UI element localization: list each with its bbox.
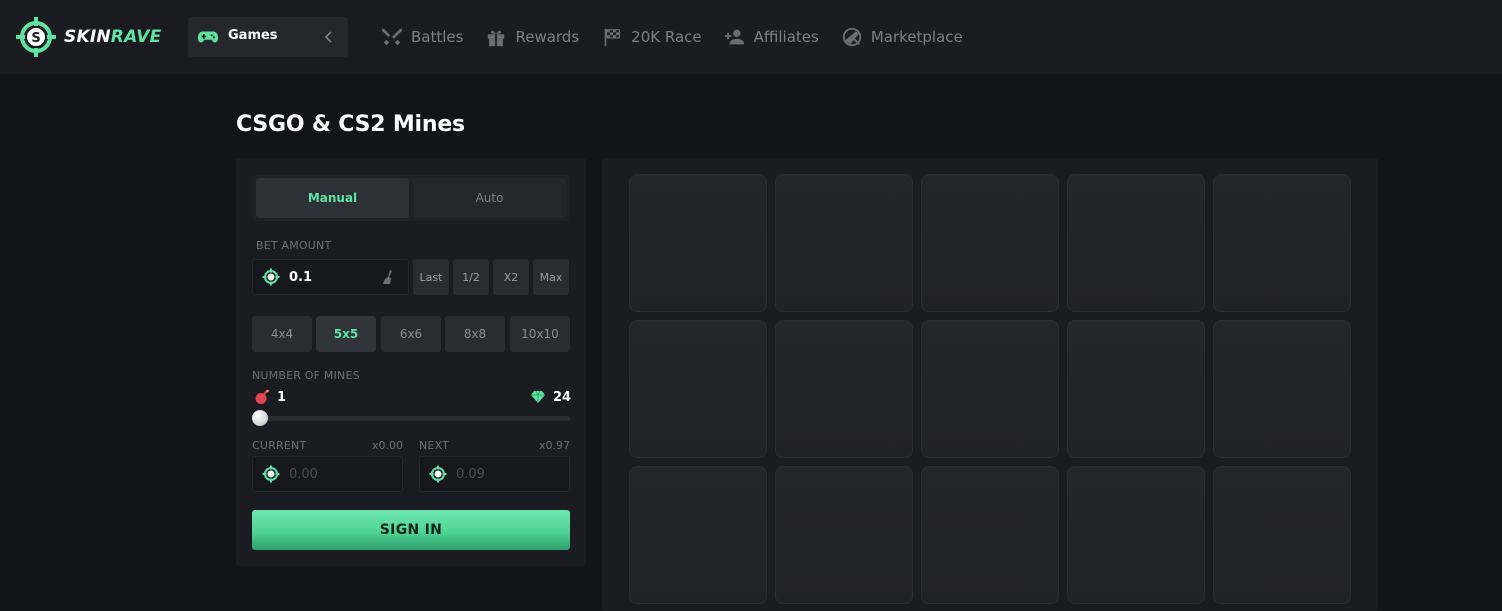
next-multiplier: x0.97 <box>538 439 570 452</box>
mines-slider-thumb[interactable] <box>252 410 268 426</box>
number-of-mines-label: NUMBER OF MINES <box>252 369 360 382</box>
mine-tile[interactable] <box>629 174 767 312</box>
nav-20k-race-label: 20K Race <box>631 28 702 46</box>
mine-tile[interactable] <box>775 466 913 604</box>
bet-amount-label: BET AMOUNT <box>256 239 332 252</box>
mine-tile[interactable] <box>1213 466 1351 604</box>
crossed-swords-icon <box>381 28 403 46</box>
mine-tile[interactable] <box>921 174 1059 312</box>
site-logo[interactable]: S SKINRAVE <box>15 16 161 58</box>
mines-count-value: 1 <box>277 389 287 405</box>
nav-affiliates-label: Affiliates <box>753 28 819 46</box>
bet-double-button[interactable]: X2 <box>493 259 529 295</box>
mine-tile[interactable] <box>629 320 767 458</box>
nav-marketplace[interactable]: Marketplace <box>841 24 963 50</box>
nav-rewards-label: Rewards <box>515 28 580 46</box>
grid-size-4x4[interactable]: 4x4 <box>252 316 312 352</box>
mine-tile[interactable] <box>1067 466 1205 604</box>
next-profit-field: 0.09 <box>419 456 570 492</box>
sign-in-button[interactable]: SIGN IN <box>252 510 570 550</box>
nav-battles[interactable]: Battles <box>381 24 463 50</box>
mines-count: 1 <box>254 389 286 405</box>
mine-tile[interactable] <box>921 320 1059 458</box>
mines-slider-track[interactable] <box>252 416 570 421</box>
next-label: NEXT <box>419 439 450 452</box>
gems-count: 24 <box>530 389 571 405</box>
coin-icon <box>262 268 280 286</box>
grid-size-5x5[interactable]: 5x5 <box>316 316 376 352</box>
coin-icon <box>262 465 280 483</box>
logo-wordmark: SKINRAVE <box>64 27 162 47</box>
nav-rewards[interactable]: Rewards <box>485 24 579 50</box>
nav-affiliates[interactable]: Affiliates <box>724 24 819 50</box>
mine-tile[interactable] <box>629 466 767 604</box>
bet-amount-value: 0.1 <box>289 270 313 285</box>
nav-battles-label: Battles <box>411 28 464 46</box>
gift-icon <box>488 30 505 47</box>
current-profit-field: 0.00 <box>252 456 403 492</box>
current-multiplier: x0.00 <box>371 439 403 452</box>
main-nav: Battles Rewards 20K Race Affiliates Mark… <box>381 24 985 50</box>
tab-auto[interactable]: Auto <box>413 178 566 218</box>
page-title: CSGO & CS2 Mines <box>236 112 465 137</box>
tab-manual[interactable]: Manual <box>256 178 409 218</box>
nav-20k-race[interactable]: 20K Race <box>601 24 702 50</box>
grid-size-8x8[interactable]: 8x8 <box>445 316 505 352</box>
current-profit-value: 0.00 <box>289 467 318 482</box>
svg-text:S: S <box>31 31 40 46</box>
bet-amount-input[interactable]: 0.1 <box>252 259 409 295</box>
mine-tile[interactable] <box>921 466 1059 604</box>
grid-size-6x6[interactable]: 6x6 <box>381 316 441 352</box>
mine-tile[interactable] <box>775 174 913 312</box>
gamepad-icon <box>197 31 219 43</box>
games-menu-button[interactable]: Games <box>188 17 348 57</box>
gem-icon <box>531 390 545 403</box>
bet-max-button[interactable]: Max <box>533 259 569 295</box>
mode-tabs: Manual Auto <box>253 175 569 221</box>
mine-tile[interactable] <box>1213 174 1351 312</box>
mines-board <box>602 158 1378 611</box>
bet-control-panel: Manual Auto BET AMOUNT 0.1 Last 1/2 X2 M… <box>236 158 586 566</box>
gems-count-value: 24 <box>553 389 572 405</box>
bet-last-button[interactable]: Last <box>413 259 449 295</box>
games-button-label: Games <box>228 28 278 43</box>
current-label: CURRENT <box>252 439 307 452</box>
mine-tile[interactable] <box>1213 320 1351 458</box>
mine-tile[interactable] <box>775 320 913 458</box>
skinrave-crosshair-logo-icon: S <box>16 17 56 57</box>
bet-half-button[interactable]: 1/2 <box>453 259 489 295</box>
user-plus-icon <box>724 29 744 45</box>
mine-tile[interactable] <box>1067 320 1205 458</box>
mine-tile[interactable] <box>1067 174 1205 312</box>
nav-marketplace-label: Marketplace <box>870 28 963 46</box>
marketplace-icon <box>842 27 861 47</box>
broom-clear-icon[interactable] <box>380 269 396 285</box>
top-navbar: S SKINRAVE Games Battles Rewards 20K Rac… <box>0 0 1502 75</box>
checkered-flag-icon <box>604 28 621 47</box>
coin-icon <box>429 465 447 483</box>
next-profit-value: 0.09 <box>456 467 485 482</box>
chevron-left-icon <box>324 31 332 43</box>
mine-bomb-icon <box>255 389 269 404</box>
grid-size-10x10[interactable]: 10x10 <box>510 316 570 352</box>
